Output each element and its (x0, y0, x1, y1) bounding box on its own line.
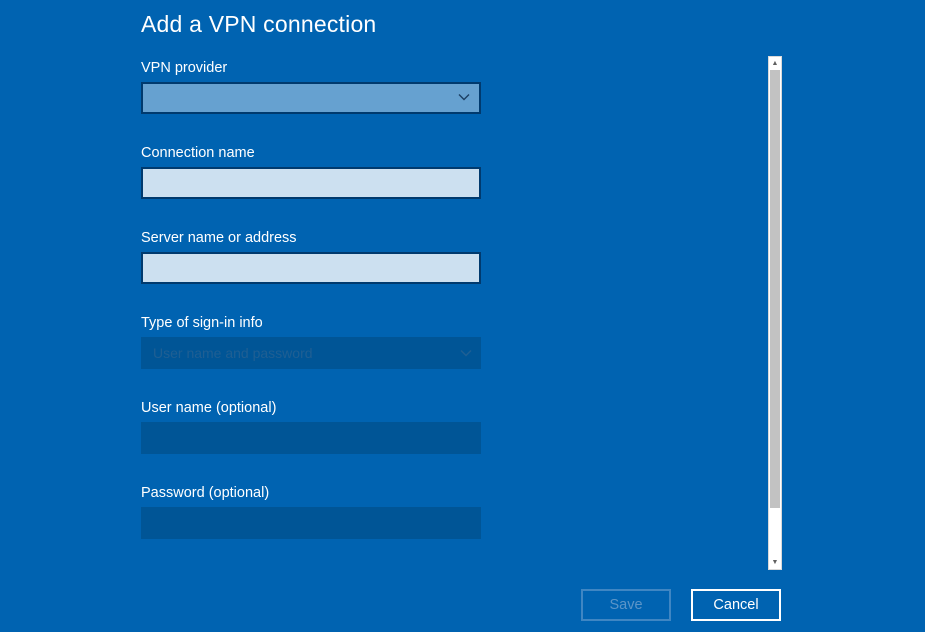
signin-type-label: Type of sign-in info (141, 315, 263, 331)
scrollbar-thumb[interactable] (770, 70, 780, 508)
vpn-provider-dropdown[interactable] (141, 82, 481, 114)
signin-type-value: User name and password (153, 345, 313, 361)
server-name-label: Server name or address (141, 230, 297, 246)
scroll-down-arrow-icon[interactable]: ▼ (769, 556, 781, 569)
cancel-button[interactable]: Cancel (691, 589, 781, 621)
user-name-label: User name (optional) (141, 400, 277, 416)
save-button[interactable]: Save (581, 589, 671, 621)
scroll-up-arrow-icon[interactable]: ▲ (769, 57, 781, 70)
vpn-provider-label: VPN provider (141, 60, 228, 76)
connection-name-input[interactable] (141, 167, 481, 199)
dialog-title: Add a VPN connection (141, 11, 377, 37)
password-label: Password (optional) (141, 485, 270, 501)
user-name-input[interactable] (141, 422, 481, 454)
chevron-down-icon (458, 94, 470, 101)
server-name-input[interactable] (141, 252, 481, 284)
add-vpn-dialog: Add a VPN connection VPN provider Connec… (0, 0, 925, 632)
signin-type-dropdown[interactable]: User name and password (141, 337, 481, 369)
vertical-scrollbar[interactable]: ▲ ▼ (768, 56, 782, 570)
password-input[interactable] (141, 507, 481, 539)
chevron-down-icon (460, 350, 472, 357)
connection-name-label: Connection name (141, 145, 255, 161)
